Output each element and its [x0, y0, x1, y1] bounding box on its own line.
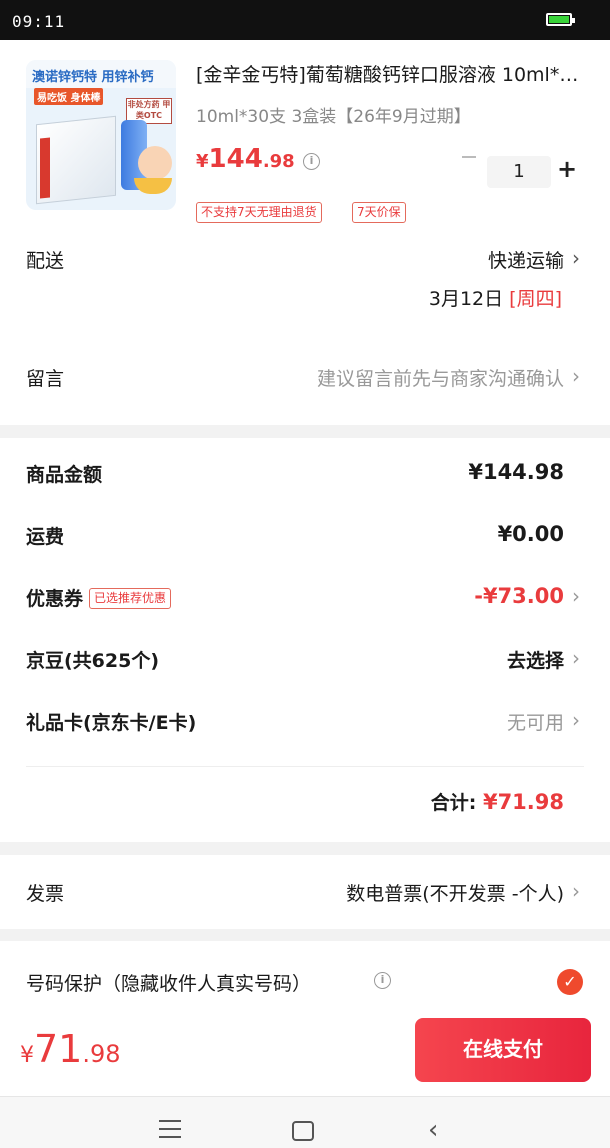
product-title[interactable]: [金辛金丐特]葡萄糖酸钙锌口服溶液 10ml*30支 [196, 60, 586, 87]
delivery-weekday: [周四] [509, 288, 562, 310]
recent-apps-icon[interactable] [159, 1120, 181, 1138]
price-protect-tag: 7天价保 [352, 202, 406, 223]
no-return-tag: 不支持7天无理由退货 [196, 202, 322, 223]
price-summary-card: 商品金额 ¥144.98 运费 ¥0.00 优惠券 已选推荐优惠 -¥73.00 … [0, 438, 610, 842]
pay-currency: ¥ [20, 1043, 34, 1068]
order-item-card: 澳诺锌钙特 用锌补钙 易吃饭 身体棒 非处方药 甲类OTC [金辛金丐特]葡萄糖… [0, 40, 610, 425]
goods-amount-label: 商品金额 [26, 464, 103, 486]
invoice-chevron-icon[interactable]: › [572, 881, 584, 901]
payable-amount: ¥71.98 [20, 1027, 121, 1071]
jingdou-chevron-icon[interactable]: › [572, 648, 584, 668]
protection-info-icon[interactable]: i [374, 972, 391, 989]
battery-icon [546, 13, 575, 26]
pay-integer: 71 [34, 1027, 83, 1071]
giftcard-value[interactable]: 无可用 [507, 708, 564, 735]
invoice-label: 发票 [26, 883, 65, 905]
goods-amount-value: ¥144.98 [468, 460, 564, 484]
pay-decimal: .98 [82, 1040, 121, 1068]
protection-checkbox[interactable]: ✓ [557, 969, 583, 995]
pay-online-button[interactable]: 在线支付 [415, 1018, 591, 1082]
status-time: 09:11 [12, 12, 66, 31]
product-image-slogan: 易吃饭 身体棒 [34, 88, 104, 105]
message-label: 留言 [26, 368, 65, 390]
delivery-label: 配送 [26, 250, 65, 272]
back-icon[interactable]: ‹ [428, 1117, 438, 1143]
quantity-value[interactable]: 1 [487, 156, 551, 188]
coupon-recommended-tag: 已选推荐优惠 [89, 588, 172, 609]
product-spec: 10ml*30支 3盒装【26年9月过期】 [196, 107, 471, 127]
coupon-value[interactable]: -¥73.00 [474, 584, 564, 608]
giftcard-chevron-icon[interactable]: › [572, 710, 584, 730]
product-thumbnail[interactable]: 澳诺锌钙特 用锌补钙 易吃饭 身体棒 非处方药 甲类OTC [26, 60, 176, 210]
message-chevron-icon[interactable]: › [572, 366, 584, 386]
number-protection-label: 号码保护（隐藏收件人真实号码） [26, 973, 312, 995]
giftcard-label: 礼品卡(京东卡/E卡) [26, 712, 197, 734]
delivery-chevron-icon[interactable]: › [572, 248, 584, 268]
status-bar: 09:11 [0, 0, 610, 40]
price-decimal: .98 [262, 151, 295, 172]
minus-icon [462, 156, 476, 158]
quantity-decrease-button[interactable] [455, 145, 483, 169]
product-price: ¥144.98 [196, 144, 295, 174]
shipping-value: ¥0.00 [497, 522, 564, 546]
delivery-method[interactable]: 快递运输 [488, 246, 564, 273]
coupon-chevron-icon[interactable]: › [572, 586, 584, 606]
total-row: 合计: ¥71.98 [431, 788, 564, 815]
delivery-date: 3月12日 [周四] [429, 284, 562, 311]
coupon-label: 优惠券 已选推荐优惠 [26, 584, 172, 611]
total-label: 合计: [430, 792, 477, 814]
checkout-bar: 号码保护（隐藏收件人真实号码） i ✓ ¥71.98 在线支付 [0, 941, 610, 1096]
total-value: ¥71.98 [482, 790, 564, 814]
message-input[interactable]: 建议留言前先与商家沟通确认 [317, 364, 564, 391]
invoice-card[interactable]: 发票 数电普票(不开发票 -个人) › [0, 855, 610, 929]
price-currency: ¥ [196, 151, 209, 172]
summary-divider [26, 766, 584, 767]
price-info-icon[interactable]: i [303, 153, 320, 170]
invoice-value[interactable]: 数电普票(不开发票 -个人) [346, 879, 564, 906]
price-integer: 144 [208, 144, 263, 174]
product-image-headline: 澳诺锌钙特 用锌补钙 [32, 70, 154, 85]
coupon-label-text: 优惠券 [26, 588, 84, 610]
quantity-increase-button[interactable]: + [557, 154, 577, 186]
baby-graphic [138, 146, 172, 180]
delivery-date-text: 3月12日 [428, 288, 504, 310]
jingdou-select[interactable]: 去选择 [507, 646, 564, 673]
system-nav-bar: ‹ [0, 1096, 610, 1148]
jingdou-label: 京豆(共625个) [26, 650, 160, 672]
shipping-label: 运费 [26, 526, 65, 548]
home-icon[interactable] [292, 1121, 314, 1141]
